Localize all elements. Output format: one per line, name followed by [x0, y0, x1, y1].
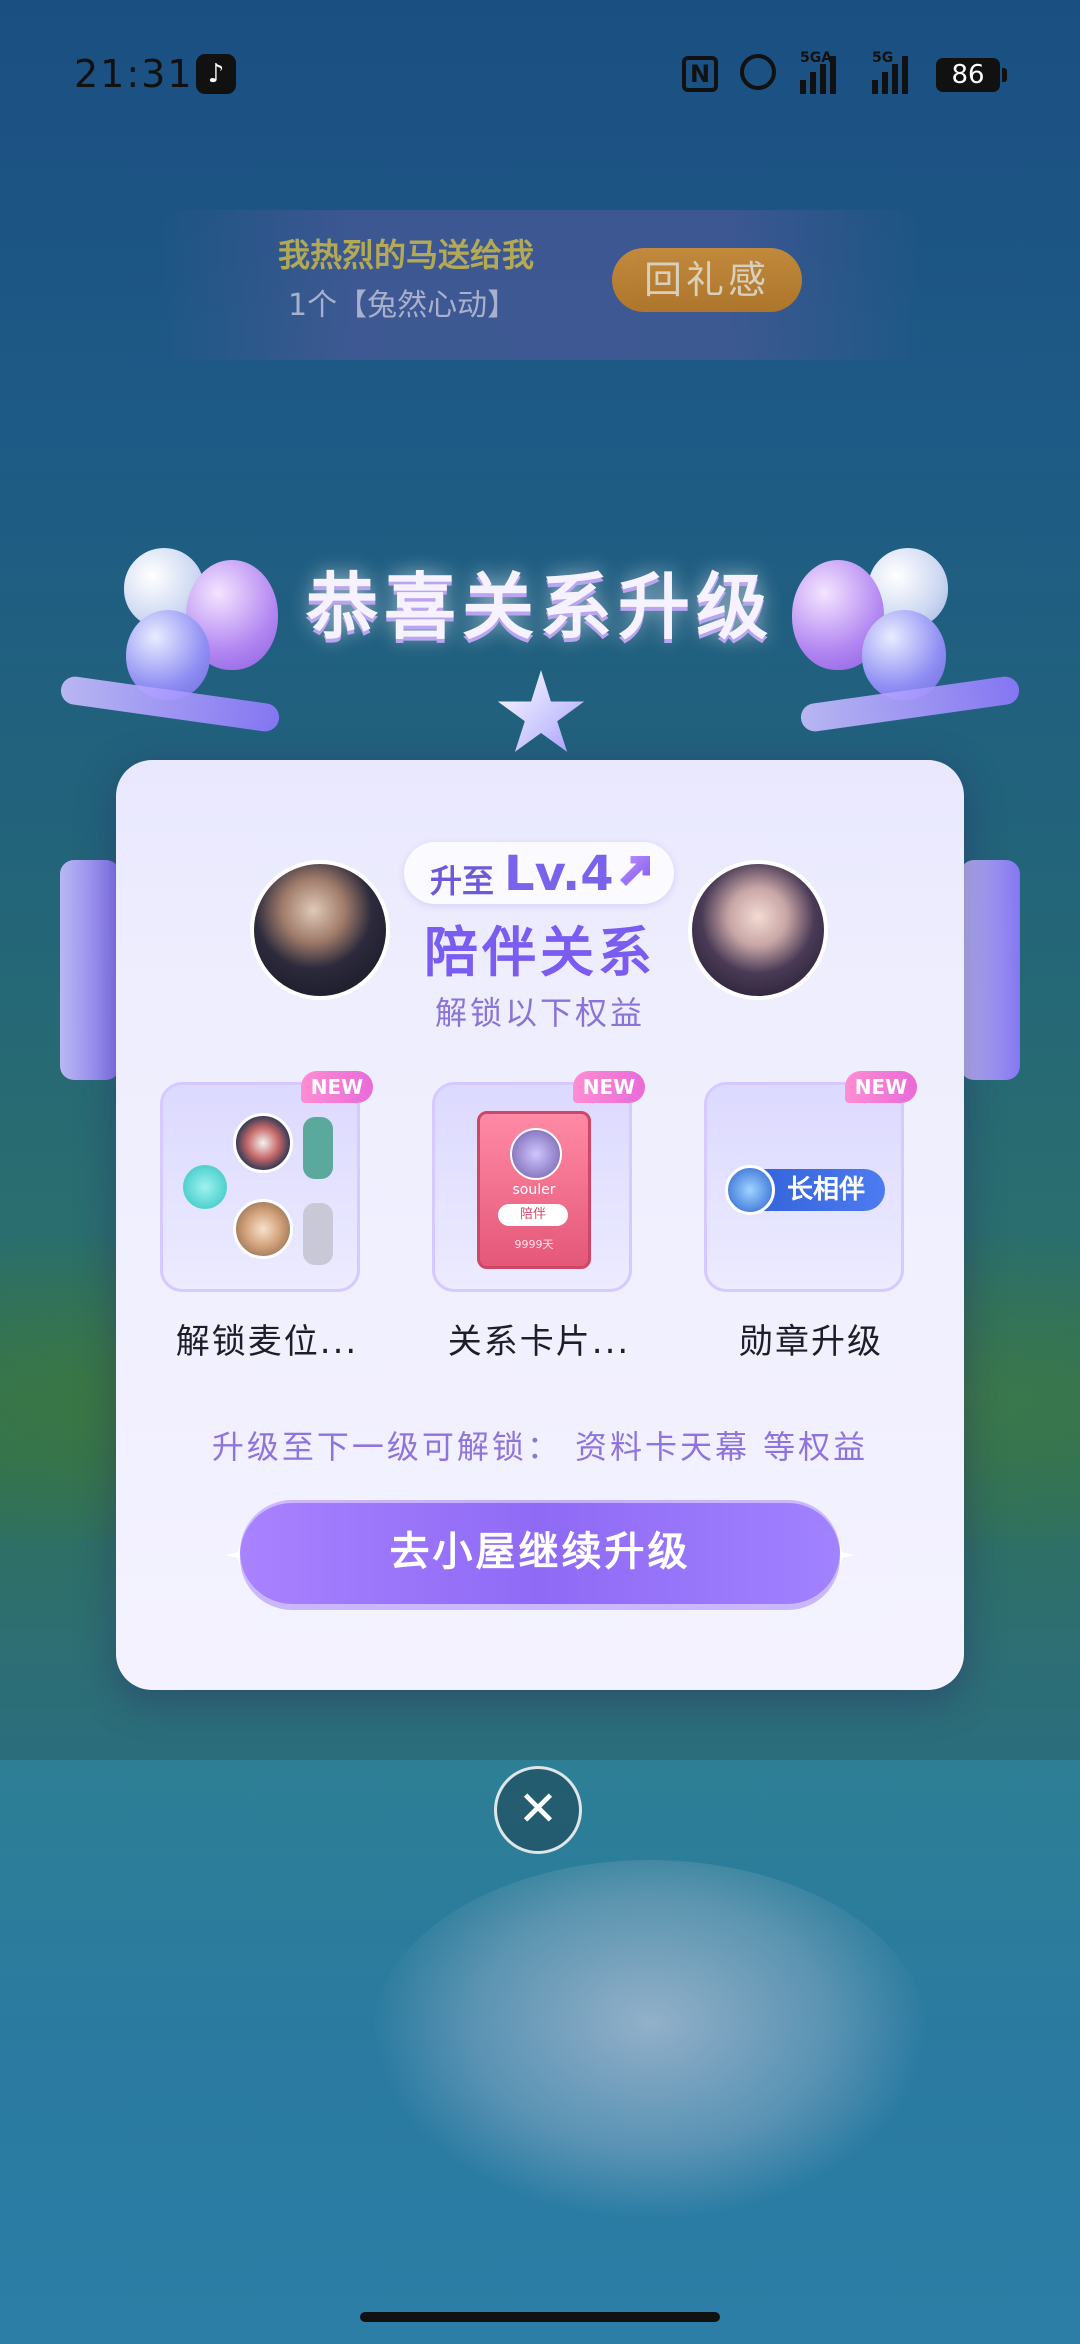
- card-days: 9999天: [514, 1238, 554, 1251]
- benefit-item[interactable]: NEW 解锁麦位...: [160, 1071, 374, 1363]
- unlock-subtitle: 解锁以下权益: [434, 994, 645, 1032]
- benefit-mic-seat-preview: NEW: [160, 1071, 373, 1292]
- mic-slot: [303, 1203, 333, 1265]
- benefit-label: 勋章升级: [739, 1322, 883, 1362]
- signal-label: 5GA: [800, 50, 833, 66]
- star-icon: [497, 670, 585, 752]
- benefit-item[interactable]: NEW souler 陪伴 9999天 关系卡片...: [432, 1071, 646, 1363]
- gift-banner-line1: 我热烈的马送给我: [278, 236, 535, 274]
- medal-icon: [725, 1165, 775, 1215]
- new-badge: NEW: [573, 1071, 645, 1103]
- next-level-hint: 升级至下一级可解锁： 资料卡天幕 等权益: [211, 1428, 869, 1466]
- new-badge: NEW: [301, 1071, 373, 1103]
- benefit-medal-preview: NEW 长相伴: [704, 1071, 917, 1292]
- benefit-label: 关系卡片...: [447, 1322, 631, 1362]
- level-pill: 升至 Lv.4: [404, 842, 674, 904]
- background-bunny-reflection: [370, 1860, 930, 2220]
- card-name: souler: [512, 1182, 556, 1198]
- avatar: [233, 1199, 293, 1259]
- nfc-icon: N: [682, 56, 718, 92]
- status-time: 21:31: [74, 52, 194, 96]
- level-value: Lv.4: [504, 846, 614, 902]
- card-tag: 陪伴: [498, 1204, 568, 1226]
- gift-banner-line2: 1个【兔然心动】: [288, 288, 518, 323]
- ribbon-decoration: [60, 860, 120, 1080]
- home-indicator[interactable]: [360, 2312, 720, 2322]
- benefit-label: 解锁麦位...: [175, 1322, 359, 1362]
- close-icon: ✕: [517, 1781, 559, 1837]
- relationship-card: souler 陪伴 9999天: [477, 1111, 591, 1269]
- flower-decoration: [183, 1165, 227, 1209]
- modal-title: 恭喜关系升级: [305, 565, 774, 649]
- benefit-item[interactable]: NEW 长相伴 勋章升级: [704, 1071, 918, 1363]
- upgrade-card: 升至 Lv.4 陪伴关系 解锁以下权益 NEW 解锁麦位... NEW soul…: [116, 760, 964, 1690]
- new-badge: NEW: [845, 1071, 917, 1103]
- battery-icon: 86: [936, 58, 1007, 92]
- return-gift-button[interactable]: 回礼感: [612, 248, 802, 312]
- alarm-icon: [740, 54, 776, 90]
- ribbon-decoration: [960, 860, 1020, 1080]
- mic-slot: [303, 1117, 333, 1179]
- gift-banner[interactable]: 我热烈的马送给我 1个【兔然心动】 回礼感: [160, 210, 920, 360]
- upgrade-button[interactable]: 去小屋继续升级: [240, 1500, 840, 1604]
- signal-label: 5G: [872, 50, 894, 66]
- signal-icon: 5GA: [800, 50, 836, 94]
- relation-name: 陪伴关系: [424, 921, 656, 984]
- medal-text: 长相伴: [786, 1175, 865, 1205]
- benefit-card-preview: NEW souler 陪伴 9999天: [432, 1071, 645, 1292]
- close-button[interactable]: ✕: [494, 1766, 582, 1854]
- arrow-up-icon: [620, 856, 650, 886]
- signal-icon: 5G: [872, 50, 908, 94]
- level-prefix: 升至: [430, 862, 495, 900]
- avatar: [510, 1128, 562, 1180]
- tiktok-icon: ♪: [196, 54, 236, 94]
- avatar: [233, 1113, 293, 1173]
- medal-pill: 长相伴: [725, 1165, 885, 1215]
- status-bar: 21:31 ♪ N 5GA 5G 86: [0, 40, 1080, 110]
